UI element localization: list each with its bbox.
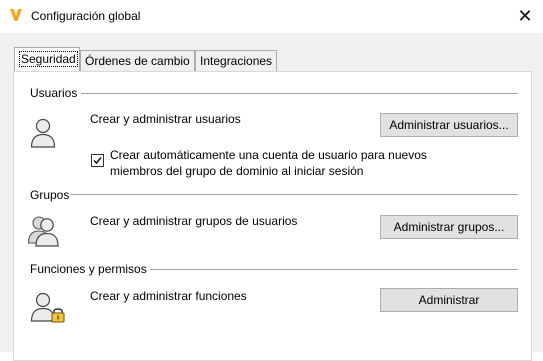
tab-ordenes-de-cambio[interactable]: Órdenes de cambio [80,50,195,71]
tab-seguridad[interactable]: Seguridad [14,47,80,71]
window-title: Configuración global [31,9,141,23]
groups-description: Crear y administrar grupos de usuarios [90,214,298,228]
section-divider [150,269,518,270]
tab-label: Seguridad [19,51,78,67]
close-button[interactable]: ✕ [510,2,540,30]
section-title-usuarios: Usuarios [30,86,78,100]
section-divider [81,93,518,94]
tab-label: Órdenes de cambio [85,54,190,68]
section-title-funciones: Funciones y permisos [30,262,147,276]
close-icon: ✕ [517,6,533,26]
users-description: Crear y administrar usuarios [90,112,241,126]
auto-create-user-label: Crear automáticamente una cuenta de usua… [110,148,427,178]
roles-description: Crear y administrar funciones [90,289,247,303]
checkmark-icon [93,157,102,165]
manage-groups-button[interactable]: Administrar grupos... [380,215,518,239]
tab-label: Integraciones [200,54,273,68]
manage-roles-button[interactable]: Administrar [380,288,518,312]
manage-users-button[interactable]: Administrar usuarios... [380,113,518,137]
section-divider [71,194,518,195]
user-lock-icon [30,292,65,323]
auto-create-user-checkbox[interactable] [91,154,104,167]
user-icon [30,118,56,148]
vault-v-icon [8,7,24,23]
section-title-grupos: Grupos [30,188,70,202]
user-group-icon [28,216,59,247]
title-bar: Configuración global ✕ [0,0,543,33]
tab-integraciones[interactable]: Integraciones [195,50,277,71]
